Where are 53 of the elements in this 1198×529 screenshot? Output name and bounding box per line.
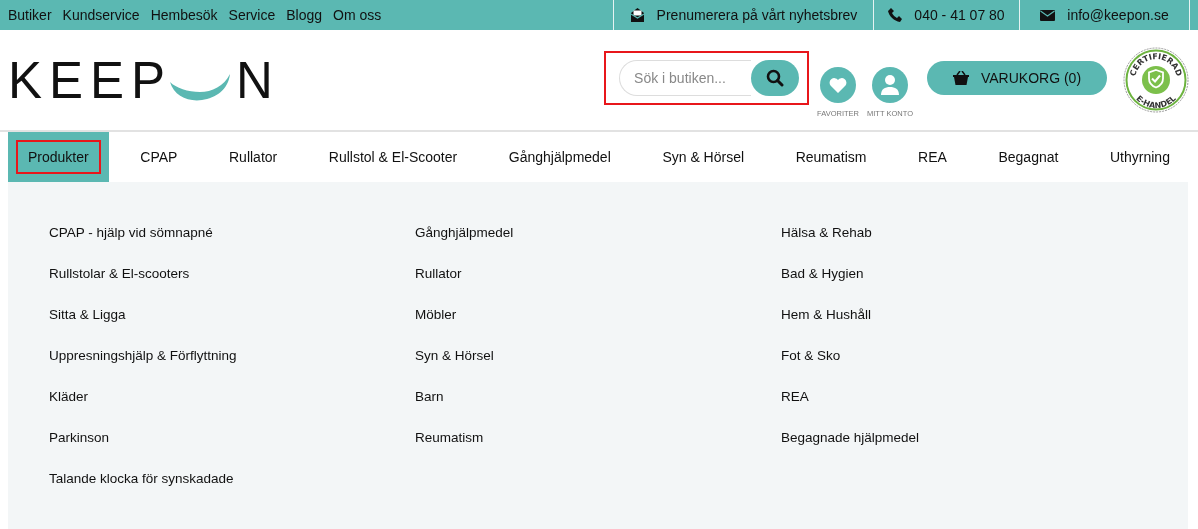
logo-text: KEEP [8,54,173,106]
nav-tab[interactable]: Gånghjälpmedel [488,132,631,182]
search-field[interactable]: Sök i butiken... [619,60,752,96]
nav-tab[interactable]: Uthyrning [1090,132,1190,182]
nav-tab[interactable]: CPAP [120,132,198,182]
nav-tab[interactable]: Rullator [209,132,298,182]
top-link[interactable]: Service [228,7,276,23]
search-icon [766,69,785,87]
menu-link[interactable]: CPAP - hjälp vid sömnapné [49,224,415,242]
menu-link[interactable]: Syn & Hörsel [415,347,781,365]
menu-link[interactable]: Hälsa & Rehab [781,224,1147,242]
search-button[interactable] [751,60,800,96]
menu-link[interactable]: Uppresningshjälp & Förflyttning [49,347,415,365]
menu-link[interactable]: Rullator [415,265,781,283]
menu-link[interactable]: Reumatism [415,429,781,447]
nav-tab[interactable]: Begagnat [978,132,1079,182]
menu-link[interactable]: Fot & Sko [781,347,1147,365]
user-icon [881,74,899,95]
nav-tab[interactable]: REA [898,132,967,182]
top-link[interactable]: Hembesök [150,7,218,23]
nav-tab[interactable]: Reumatism [775,132,887,182]
swoosh-icon [170,73,231,101]
top-link[interactable]: Blogg [286,7,323,23]
menu-link[interactable]: Barn [415,388,781,406]
top-link[interactable]: Butiker [8,7,52,23]
contact-link[interactable]: Prenumerera på vårt nyhetsbrev [613,0,873,30]
basket-icon [952,71,969,85]
envelope-icon [629,8,645,22]
top-link[interactable]: Om oss [333,7,382,23]
phone-icon [888,8,903,22]
menu-link[interactable]: Möbler [415,306,781,324]
logo-text: N [236,54,280,106]
nav-tab[interactable]: Rullstol & El-Scooter [308,132,478,182]
menu-link[interactable]: Rullstolar & El-scooters [49,265,415,283]
menu-link[interactable]: REA [781,388,1147,406]
cart-button[interactable]: VARUKORG (0) [927,61,1107,95]
menu-link[interactable]: Bad & Hygien [781,265,1147,283]
mail-icon [1040,9,1056,21]
menu-link[interactable]: Hem & Hushåll [781,306,1147,324]
menu-link[interactable]: Begagnade hjälpmedel [781,429,1147,447]
menu-link[interactable]: Parkinson [49,429,415,447]
menu-link[interactable]: Gånghjälpmedel [415,224,781,242]
top-link[interactable]: Kundservice [62,7,140,23]
nav-tab[interactable]: Syn & Hörsel [642,132,765,182]
contact-link[interactable]: 040 - 41 07 80 [873,0,1019,30]
account-button[interactable] [872,66,908,103]
heart-icon [829,76,848,93]
menu-link[interactable]: Kläder [49,388,415,406]
menu-link[interactable]: Talande klocka för synskadade [49,470,415,488]
contact-link[interactable]: info@keepon.se [1019,0,1190,30]
nav-tab[interactable]: Produkter [8,132,109,182]
menu-link[interactable]: Sitta & Ligga [49,306,415,324]
favorites-button[interactable] [820,66,857,103]
